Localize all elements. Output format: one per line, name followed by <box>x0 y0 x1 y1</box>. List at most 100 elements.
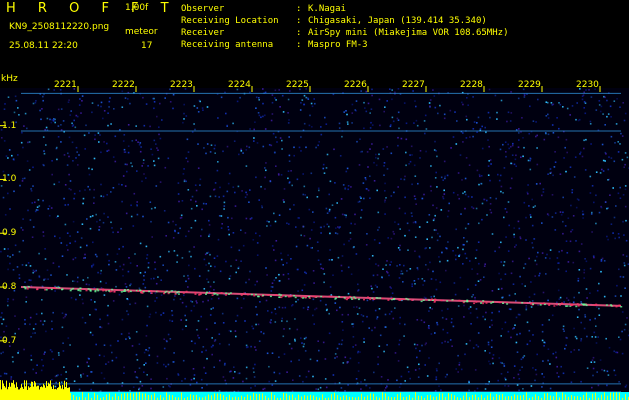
noise-dot <box>446 247 448 250</box>
noise-dot <box>471 196 473 198</box>
noise-dot <box>213 289 215 291</box>
noise-dot <box>318 349 320 352</box>
level-column <box>139 392 140 400</box>
noise-dot <box>281 320 283 322</box>
noise-dot <box>467 195 470 198</box>
noise-dot <box>583 269 586 271</box>
noise-dot <box>536 353 538 356</box>
noise-dot <box>302 307 305 309</box>
noise-dot <box>485 311 487 314</box>
noise-dot <box>491 290 494 292</box>
noise-dot <box>537 251 539 254</box>
noise-dot <box>618 381 620 383</box>
noise-dot <box>187 286 189 288</box>
noise-dot <box>526 343 529 346</box>
noise-dot <box>23 177 26 180</box>
noise-dot <box>530 216 532 218</box>
noise-dot <box>468 389 470 392</box>
noise-dot <box>24 319 26 321</box>
noise-dot <box>200 378 203 381</box>
noise-dot <box>500 190 502 193</box>
noise-dot <box>509 120 512 122</box>
noise-dot <box>511 144 514 147</box>
noise-dot <box>514 158 517 161</box>
noise-dot <box>348 240 350 242</box>
noise-dot <box>555 356 558 359</box>
noise-dot <box>622 194 625 196</box>
carrier-dot <box>338 295 341 298</box>
noise-dot <box>583 91 585 94</box>
noise-dot <box>488 88 491 91</box>
noise-dot <box>260 185 262 188</box>
carrier-dot <box>163 292 165 295</box>
noise-dot <box>486 199 488 202</box>
noise-dot <box>167 221 170 224</box>
carrier-dot <box>473 302 476 305</box>
noise-dot <box>469 136 471 138</box>
noise-dot <box>102 117 104 120</box>
level-column <box>466 392 467 400</box>
noise-dot <box>530 281 532 283</box>
noise-dot <box>454 254 457 257</box>
noise-dot <box>556 117 558 119</box>
noise-dot <box>518 128 520 130</box>
carrier-dot <box>352 297 355 300</box>
noise-dot <box>590 96 593 98</box>
carrier-dot <box>216 294 219 296</box>
noise-dot <box>439 260 441 263</box>
noise-dot <box>549 387 552 390</box>
noise-dot <box>265 169 267 172</box>
noise-dot <box>62 350 65 352</box>
noise-dot <box>6 300 9 303</box>
noise-dot <box>325 123 328 125</box>
noise-dot <box>441 309 443 312</box>
noise-dot <box>379 124 381 127</box>
noise-dot <box>225 112 227 115</box>
level-column <box>22 387 23 400</box>
noise-dot <box>443 117 446 120</box>
noise-dot <box>214 144 216 147</box>
noise-dot <box>102 195 105 198</box>
noise-dot <box>303 94 306 97</box>
noise-dot <box>341 270 343 272</box>
noise-dot <box>464 191 466 193</box>
noise-dot <box>279 106 281 108</box>
noise-dot <box>622 276 625 278</box>
noise-dot <box>384 313 387 316</box>
level-column <box>454 395 455 400</box>
noise-dot <box>57 352 60 354</box>
noise-dot <box>618 268 620 271</box>
noise-dot <box>591 211 593 214</box>
noise-dot <box>14 315 16 317</box>
noise-dot <box>60 141 62 143</box>
noise-dot <box>545 115 548 117</box>
noise-dot <box>398 207 401 210</box>
level-column <box>304 395 305 400</box>
noise-dot <box>484 318 486 321</box>
noise-dot <box>599 110 602 113</box>
noise-dot <box>536 255 538 258</box>
noise-dot <box>583 107 585 109</box>
noise-dot <box>432 204 434 207</box>
level-column <box>20 387 21 400</box>
carrier-dot <box>420 298 423 301</box>
noise-dot <box>607 179 609 181</box>
noise-dot <box>498 246 501 249</box>
noise-dot <box>245 344 248 347</box>
noise-dot <box>283 328 285 330</box>
noise-dot <box>575 206 578 209</box>
noise-dot <box>197 334 199 337</box>
noise-dot <box>106 253 109 256</box>
noise-dot <box>242 380 244 383</box>
noise-dot <box>145 349 147 351</box>
noise-dot <box>185 280 187 283</box>
level-column <box>223 395 224 400</box>
noise-dot <box>579 151 582 154</box>
noise-dot <box>107 361 110 363</box>
noise-dot <box>525 308 528 311</box>
noise-dot <box>304 194 306 196</box>
noise-dot <box>317 388 320 391</box>
noise-dot <box>50 121 53 124</box>
level-column <box>94 392 95 400</box>
noise-dot <box>457 354 459 357</box>
